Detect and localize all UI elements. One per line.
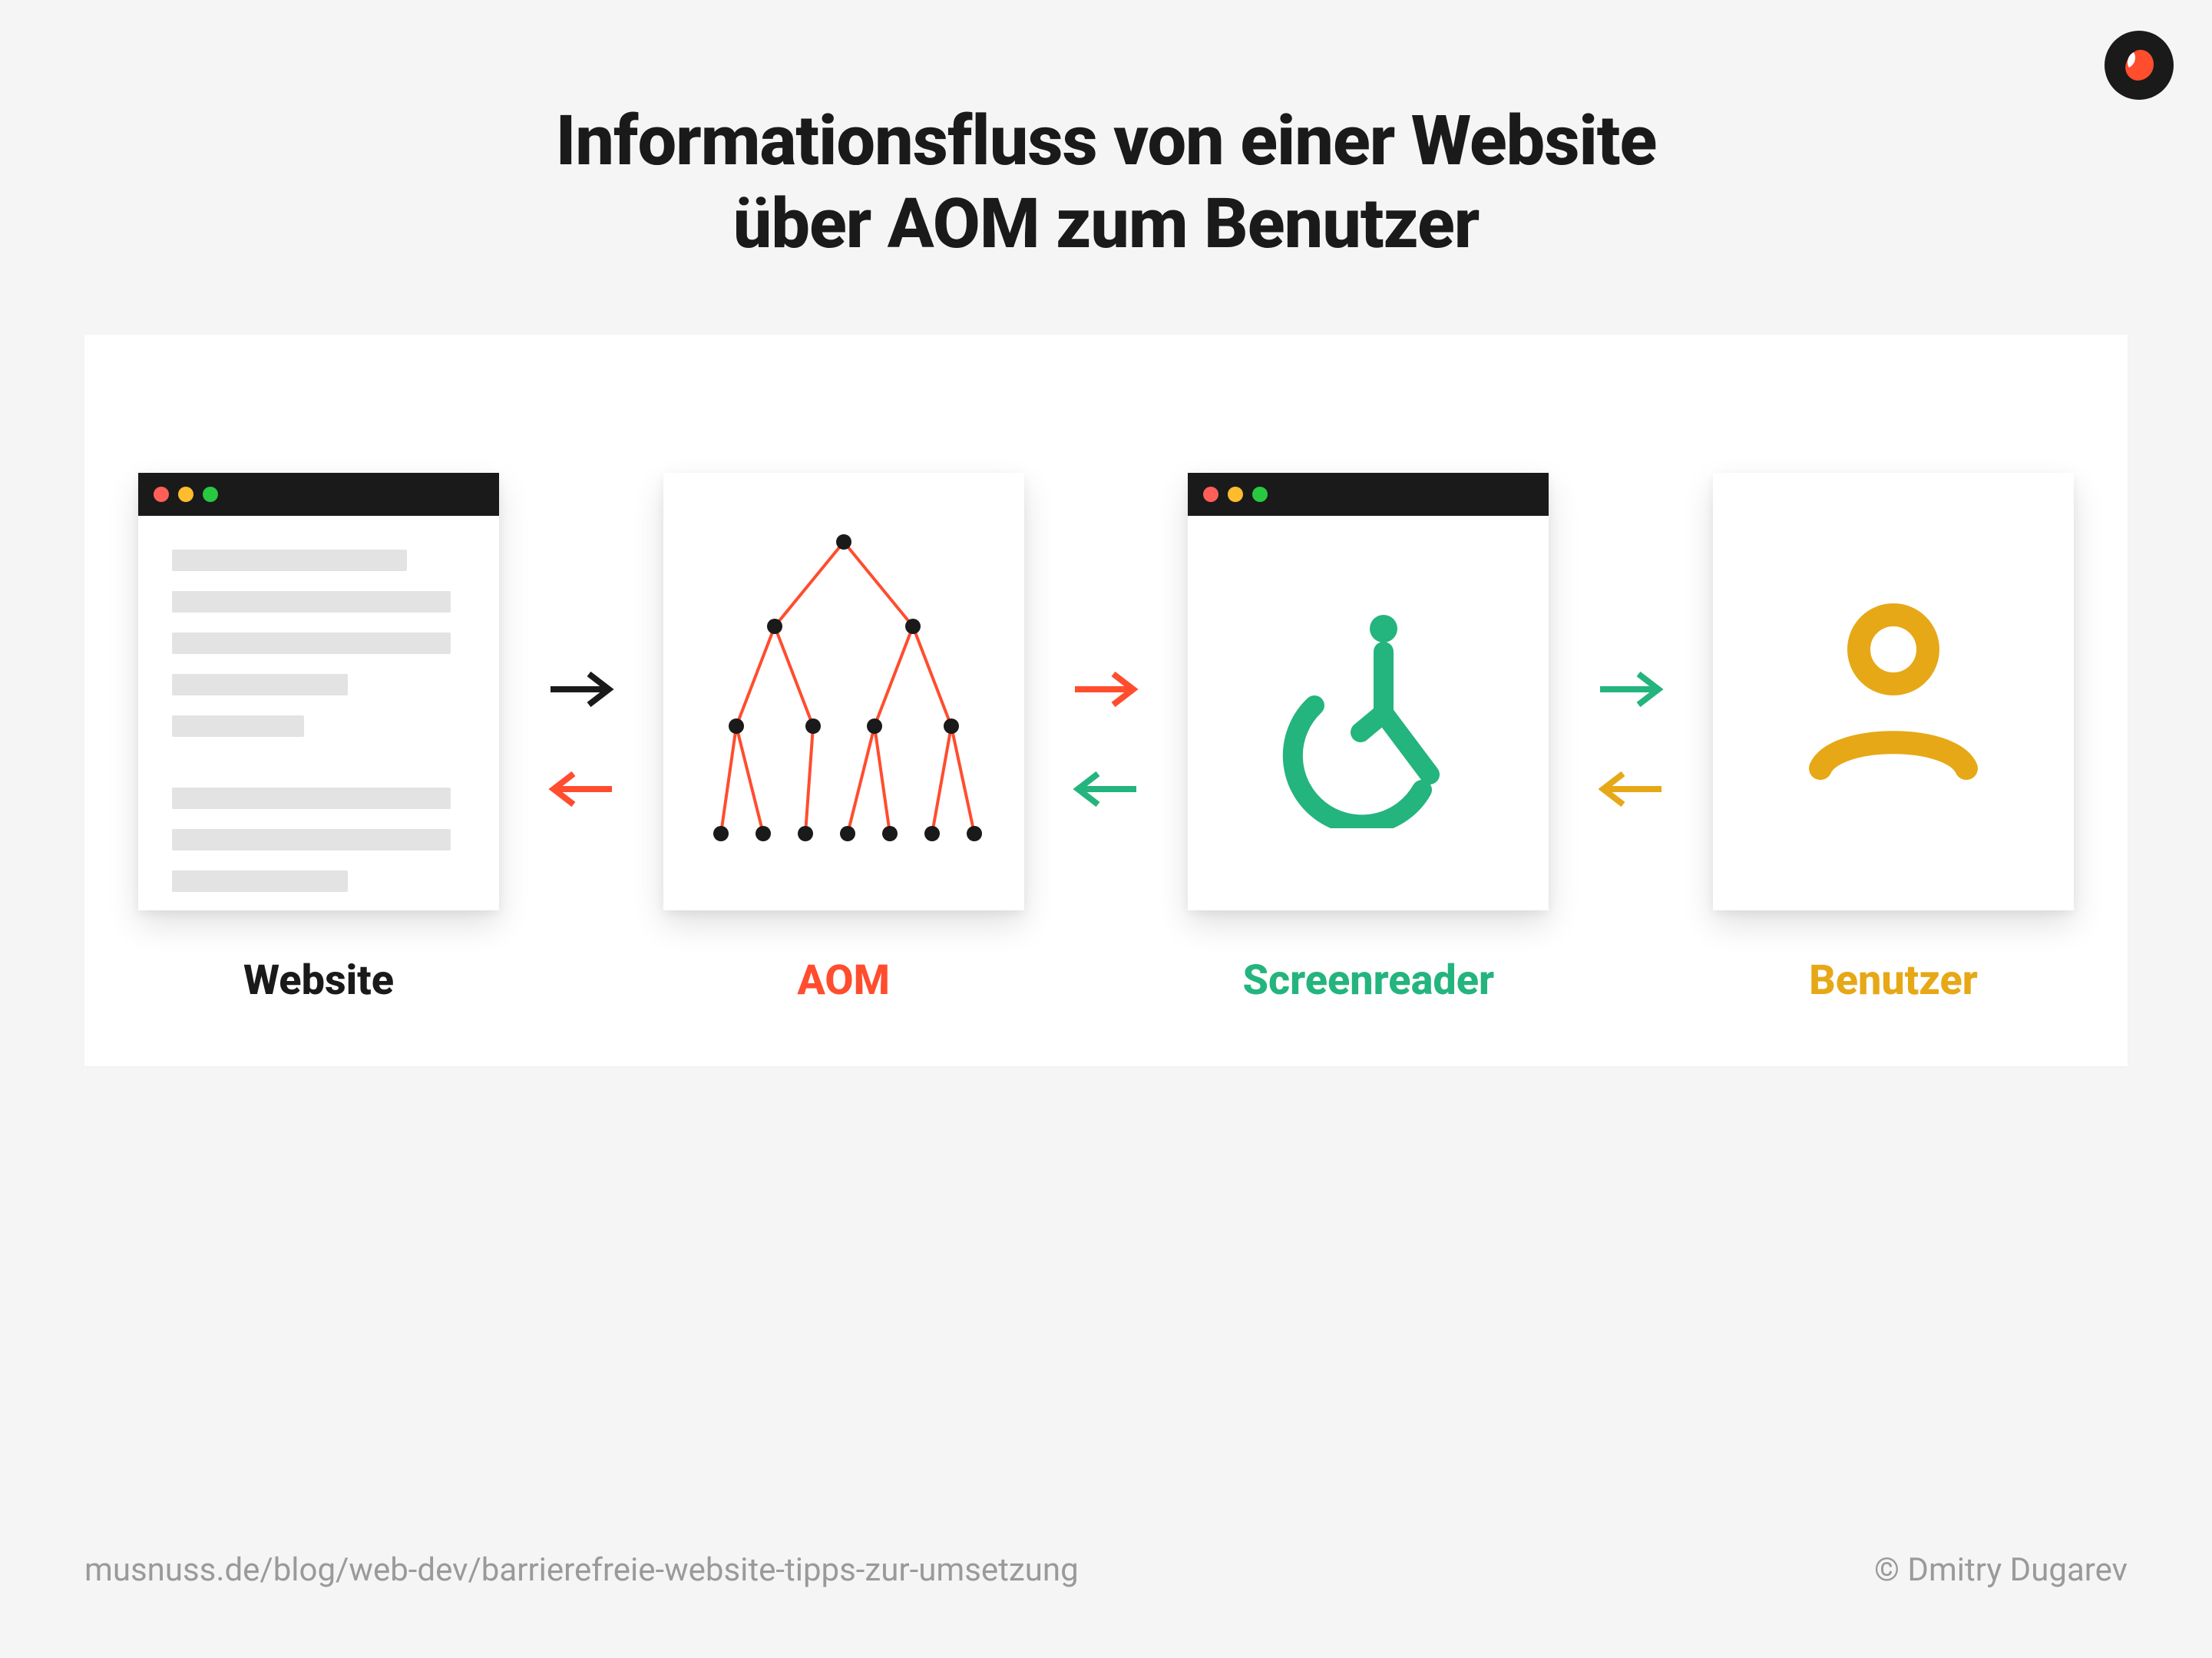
screenreader-card [1188, 473, 1549, 910]
arrows-website-to-aom [543, 666, 620, 812]
step-user: Benutzer [1713, 473, 2074, 1005]
arrows-screenreader-to-user [1592, 666, 1669, 812]
arrows-aom-to-screenreader [1067, 666, 1144, 812]
aom-card [663, 473, 1024, 910]
placeholder-line [172, 788, 451, 809]
brand-logo [2105, 31, 2174, 100]
nut-icon [2118, 45, 2160, 86]
window-titlebar [138, 473, 499, 516]
accessibility-icon [1188, 516, 1549, 910]
traffic-light-green-icon [203, 487, 218, 502]
placeholder-line [172, 715, 304, 737]
footer-url: musnuss.de/blog/web-dev/barrierefreie-we… [84, 1551, 1079, 1589]
title-line-2: über AOM zum Benutzer [733, 183, 1480, 264]
traffic-light-yellow-icon [178, 487, 193, 502]
traffic-light-red-icon [154, 487, 169, 502]
arrow-left-icon [543, 766, 620, 812]
arrow-left-icon [1592, 766, 1669, 812]
aom-tree-icon [663, 473, 1024, 910]
placeholder-line [172, 632, 451, 654]
placeholder-line [172, 674, 348, 695]
placeholder-line [172, 870, 348, 892]
arrow-right-icon [1592, 666, 1669, 712]
arrow-right-icon [1067, 666, 1144, 712]
step-label-aom: AOM [797, 956, 890, 1005]
placeholder-line [172, 829, 451, 850]
step-label-website: Website [243, 956, 394, 1005]
title-line-1: Informationsfluss von einer Website [556, 101, 1657, 181]
flow-row: Website [138, 473, 2074, 1005]
footer: musnuss.de/blog/web-dev/barrierefreie-we… [84, 1551, 2128, 1589]
step-website: Website [138, 473, 499, 1005]
website-card [138, 473, 499, 910]
page-title: Informationsfluss von einer Website über… [0, 0, 2212, 266]
step-screenreader: Screenreader [1188, 473, 1549, 1005]
user-card [1713, 473, 2074, 910]
website-text-placeholder [138, 516, 499, 892]
arrow-left-icon [1067, 766, 1144, 812]
diagram-container: Website [84, 335, 2128, 1066]
traffic-light-yellow-icon [1228, 487, 1243, 502]
footer-credit: © Dmitry Dugarev [1874, 1551, 2128, 1589]
user-icon [1713, 473, 2074, 910]
traffic-light-red-icon [1203, 487, 1218, 502]
step-label-user: Benutzer [1809, 956, 1978, 1005]
arrow-right-icon [543, 666, 620, 712]
window-titlebar [1188, 473, 1549, 516]
step-label-screenreader: Screenreader [1242, 956, 1494, 1005]
placeholder-line [172, 591, 451, 613]
placeholder-line [172, 550, 407, 571]
traffic-light-green-icon [1252, 487, 1268, 502]
step-aom: AOM [663, 473, 1024, 1005]
